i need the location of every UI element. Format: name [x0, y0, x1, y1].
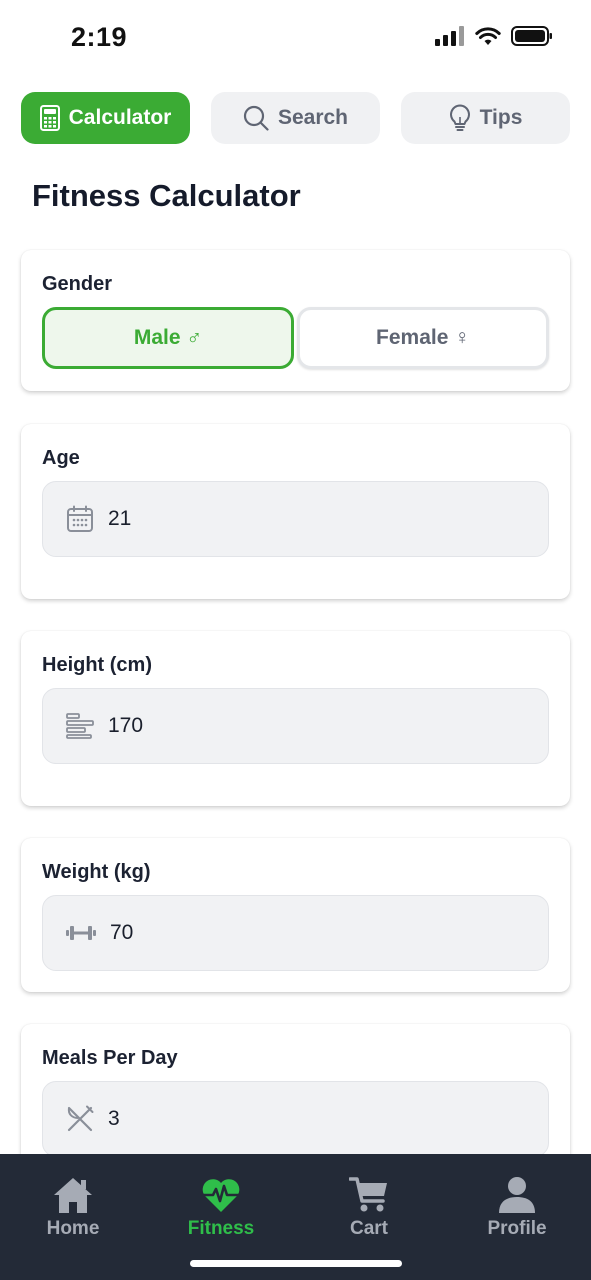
height-input[interactable]: 170 — [42, 688, 549, 764]
weight-card: Weight (kg) 70 — [21, 838, 570, 992]
status-time: 2:19 — [71, 22, 128, 52]
female-option-button[interactable]: Female ♀ — [297, 307, 549, 369]
tab-calculator-label: Calculator — [68, 106, 172, 129]
tab-calculator[interactable]: Calculator — [21, 92, 190, 144]
cellular-signal-icon — [435, 26, 464, 46]
heart-pulse-icon — [202, 1179, 240, 1212]
gender-label: Gender — [42, 273, 113, 295]
weight-label: Weight (kg) — [42, 861, 151, 883]
gender-card: Gender Male ♂ Female ♀ — [21, 250, 570, 391]
height-label: Height (cm) — [42, 654, 152, 676]
bottom-nav: Home Fitness Cart Profile — [0, 1154, 591, 1280]
nav-profile-label: Profile — [487, 1218, 547, 1239]
gender-selector: Male ♂ Female ♀ — [42, 307, 549, 369]
utensils-icon — [67, 1105, 94, 1132]
nav-home[interactable]: Home — [13, 1176, 133, 1240]
male-option-label: Male ♂ — [133, 326, 203, 349]
age-card: Age 21 — [21, 424, 570, 599]
tab-tips-label: Tips — [479, 106, 523, 129]
age-label: Age — [42, 447, 80, 469]
home-icon — [54, 1178, 92, 1213]
top-tabs: Calculator Search Tips — [21, 92, 570, 144]
meals-label: Meals Per Day — [42, 1047, 178, 1069]
meals-input[interactable]: 3 — [42, 1081, 549, 1157]
nav-fitness-label: Fitness — [187, 1218, 255, 1239]
status-icons — [435, 26, 553, 46]
page-title: Fitness Calculator — [32, 178, 301, 213]
nav-cart-label: Cart — [349, 1218, 388, 1239]
nav-cart[interactable]: Cart — [309, 1176, 429, 1240]
tab-tips[interactable]: Tips — [401, 92, 570, 144]
status-bar: 2:19 — [0, 0, 591, 80]
nav-fitness[interactable]: Fitness — [161, 1176, 281, 1240]
home-indicator — [190, 1260, 402, 1267]
tab-search-label: Search — [277, 106, 349, 129]
wifi-icon — [475, 27, 501, 45]
user-icon — [499, 1177, 535, 1213]
male-option-button[interactable]: Male ♂ — [42, 307, 294, 369]
search-icon — [243, 105, 269, 131]
lightbulb-icon — [449, 104, 470, 131]
dumbbell-icon — [66, 926, 96, 940]
meals-value: 3 — [108, 1107, 120, 1130]
height-value: 170 — [108, 714, 144, 737]
cart-icon — [349, 1177, 387, 1212]
nav-home-label: Home — [46, 1218, 100, 1239]
calendar-icon — [67, 505, 93, 532]
calculator-icon — [39, 105, 60, 131]
weight-input[interactable]: 70 — [42, 895, 549, 971]
ruler-icon — [66, 713, 94, 739]
female-option-label: Female ♀ — [376, 326, 470, 349]
battery-icon — [511, 26, 552, 46]
age-input[interactable]: 21 — [42, 481, 549, 557]
height-card: Height (cm) 170 — [21, 631, 570, 806]
nav-profile[interactable]: Profile — [457, 1176, 577, 1240]
tab-search[interactable]: Search — [211, 92, 380, 144]
weight-value: 70 — [110, 921, 134, 944]
age-value: 21 — [108, 507, 132, 530]
